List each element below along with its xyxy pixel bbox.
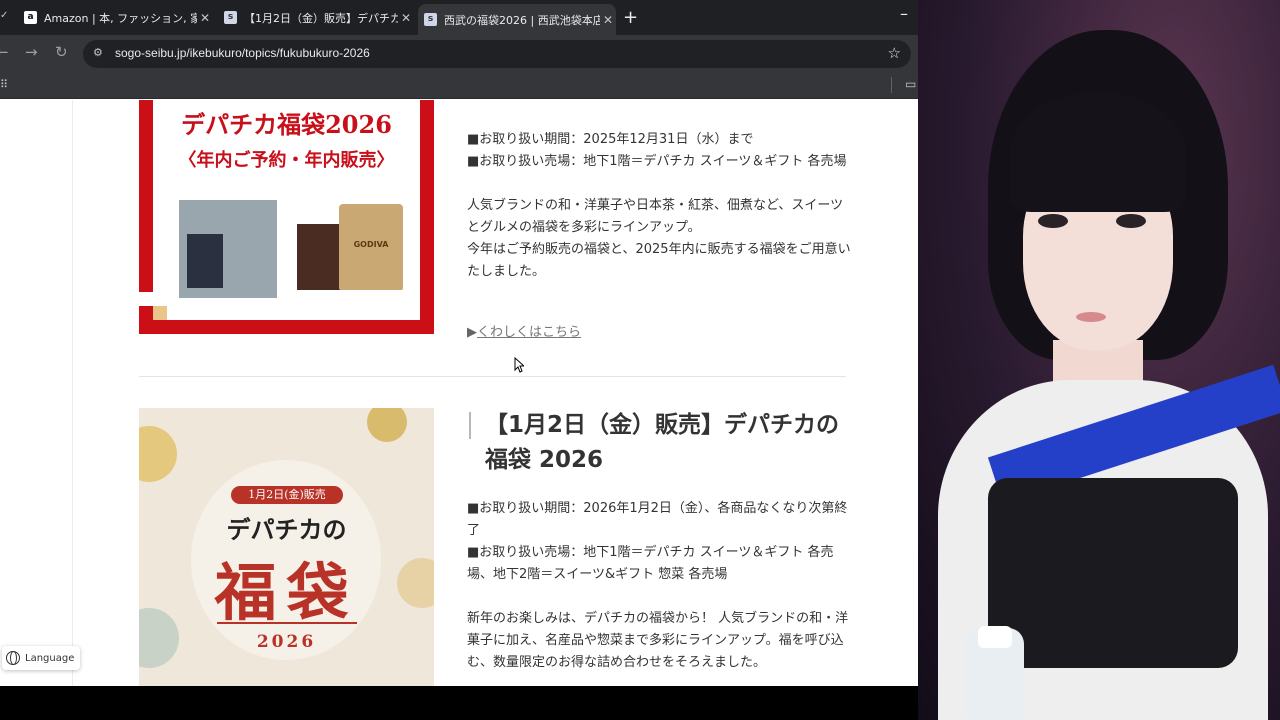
globe-icon — [6, 651, 20, 665]
browser-toolbar: ← → ↻ ⚙ sogo-seibu.jp/ikebukuro/topics/f… — [0, 35, 918, 71]
url-text[interactable]: sogo-seibu.jp/ikebukuro/topics/fukubukur… — [115, 46, 370, 60]
sogo-seibu-icon: s — [424, 13, 437, 26]
amazon-icon: a — [24, 11, 37, 24]
mouse-cursor-icon — [514, 357, 524, 373]
webcam-eye — [1038, 214, 1068, 228]
tab-search-icon[interactable]: ✓ — [0, 10, 8, 21]
forward-arrow-icon[interactable]: → — [25, 43, 38, 61]
section2-details: ■お取り扱い期間：2026年1月2日（金）、各商品なくなり次第終了 ■お取り扱い… — [467, 498, 851, 674]
site-info-icon[interactable]: ⚙ — [93, 46, 107, 60]
banner-deco — [139, 292, 153, 306]
sales-period: ■お取り扱い期間：2025年12月31日（水）まで — [467, 132, 754, 147]
webcam-eye — [1116, 214, 1146, 228]
close-icon[interactable]: ✕ — [197, 11, 213, 25]
depachika-fukubukuro-jan2-banner[interactable]: 1月2日(金)販売 デパチカの 福袋 2026 — [139, 408, 434, 686]
content-border — [72, 100, 73, 686]
details-link[interactable]: ▶くわしくはこちら — [467, 321, 581, 340]
tab-title: 【1月2日（金）販売】デパチカの福 — [244, 11, 398, 25]
sales-location: ■お取り扱い売場：地下1階＝デパチカ スイーツ＆ギフト 各売場、地下2階＝スイー… — [467, 545, 834, 582]
back-arrow-icon[interactable]: ← — [0, 43, 9, 61]
section-description: 今年はご予約販売の福袋と、2025年内に販売する福袋をご用意いたしました。 — [467, 242, 851, 279]
streamer-webcam — [918, 0, 1280, 720]
banner-deco — [153, 306, 167, 320]
close-icon[interactable]: ✕ — [600, 13, 616, 27]
webcam-bangs — [1010, 92, 1186, 212]
depachika-fukubukuro-banner[interactable]: デパチカ福袋2026 〈年内ご予約・年内販売〉 GODIVA — [139, 100, 434, 334]
star-icon[interactable]: ☆ — [888, 44, 901, 62]
banner-title: デパチカ福袋2026 — [181, 110, 392, 139]
banner-fukubukuro: 福袋 — [214, 556, 359, 629]
section2-heading: 【1月2日（金）販売】デパチカの福袋 2026 — [467, 408, 851, 478]
section-description: 人気ブランドの和・洋菓子や日本茶・紅茶、佃煮など、スイーツとグルメの福袋を多彩に… — [467, 198, 844, 235]
bookmarks-bar: ⠿ ▭ — [0, 71, 918, 99]
details-link-text[interactable]: くわしくはこちら — [477, 325, 581, 340]
apps-grid-icon[interactable]: ⠿ — [0, 78, 8, 91]
link-arrow: ▶ — [467, 325, 477, 340]
tab-seibu-fukubukuro[interactable]: s 西武の福袋2026 | 西武池袋本店 ✕ — [418, 4, 616, 35]
section-divider — [139, 376, 846, 377]
webcam-mouth — [1076, 312, 1106, 322]
language-label: Language — [25, 652, 75, 664]
sogo-seibu-icon: s — [224, 11, 237, 24]
address-bar[interactable]: ⚙ sogo-seibu.jp/ikebukuro/topics/fukubuk… — [83, 40, 911, 68]
tab-depachika[interactable]: s 【1月2日（金）販売】デパチカの福 ✕ — [218, 4, 414, 31]
section1-details: ■お取り扱い期間：2025年12月31日（水）まで ■お取り扱い売場：地下1階＝… — [467, 129, 851, 283]
reload-icon[interactable]: ↻ — [55, 43, 68, 61]
flower-deco — [139, 426, 177, 482]
banner-title: デパチカの — [226, 515, 347, 544]
new-tab-icon[interactable]: + — [623, 7, 638, 28]
tab-amazon[interactable]: a Amazon | 本, ファッション, 家電から ✕ — [18, 4, 213, 31]
sale-date-badge: 1月2日(金)販売 — [231, 486, 343, 504]
browser-window: ✓ a Amazon | 本, ファッション, 家電から ✕ s 【1月2日（金… — [0, 0, 918, 686]
tab-strip: ✓ a Amazon | 本, ファッション, 家電から ✕ s 【1月2日（金… — [0, 0, 918, 35]
webcam-suit — [988, 478, 1238, 668]
language-button[interactable]: Language — [2, 646, 81, 670]
tab-title: 西武の福袋2026 | 西武池袋本店 — [444, 13, 600, 27]
sales-period: ■お取り扱い期間：2026年1月2日（金）、各商品なくなり次第終了 — [467, 501, 848, 538]
banner-deco — [139, 306, 153, 320]
banner-rule — [217, 622, 357, 624]
brand-label: GODIVA — [353, 240, 389, 249]
minimize-icon[interactable]: – — [900, 4, 908, 23]
flower-deco — [367, 408, 407, 442]
cat-tin-image — [187, 234, 223, 288]
banner-frame — [139, 320, 434, 334]
sales-location: ■お取り扱い売場：地下1階＝デパチカ スイーツ＆ギフト 各売場 — [467, 154, 847, 169]
folder-icon[interactable]: ▭ — [905, 77, 916, 91]
bottle-cap — [978, 626, 1012, 648]
bookmarks-divider — [891, 77, 892, 93]
web-page: デパチカ福袋2026 〈年内ご予約・年内販売〉 GODIVA ■お取り扱い期間：… — [0, 100, 918, 686]
close-icon[interactable]: ✕ — [398, 11, 414, 25]
section-description: 新年のお楽しみは、デパチカの福袋から！ 人気ブランドの和・洋菓子に加え、名産品や… — [467, 611, 849, 670]
banner-year: 2026 — [256, 632, 317, 652]
banner-subtitle: 〈年内ご予約・年内販売〉 — [178, 150, 395, 171]
tab-title: Amazon | 本, ファッション, 家電から — [44, 11, 197, 25]
